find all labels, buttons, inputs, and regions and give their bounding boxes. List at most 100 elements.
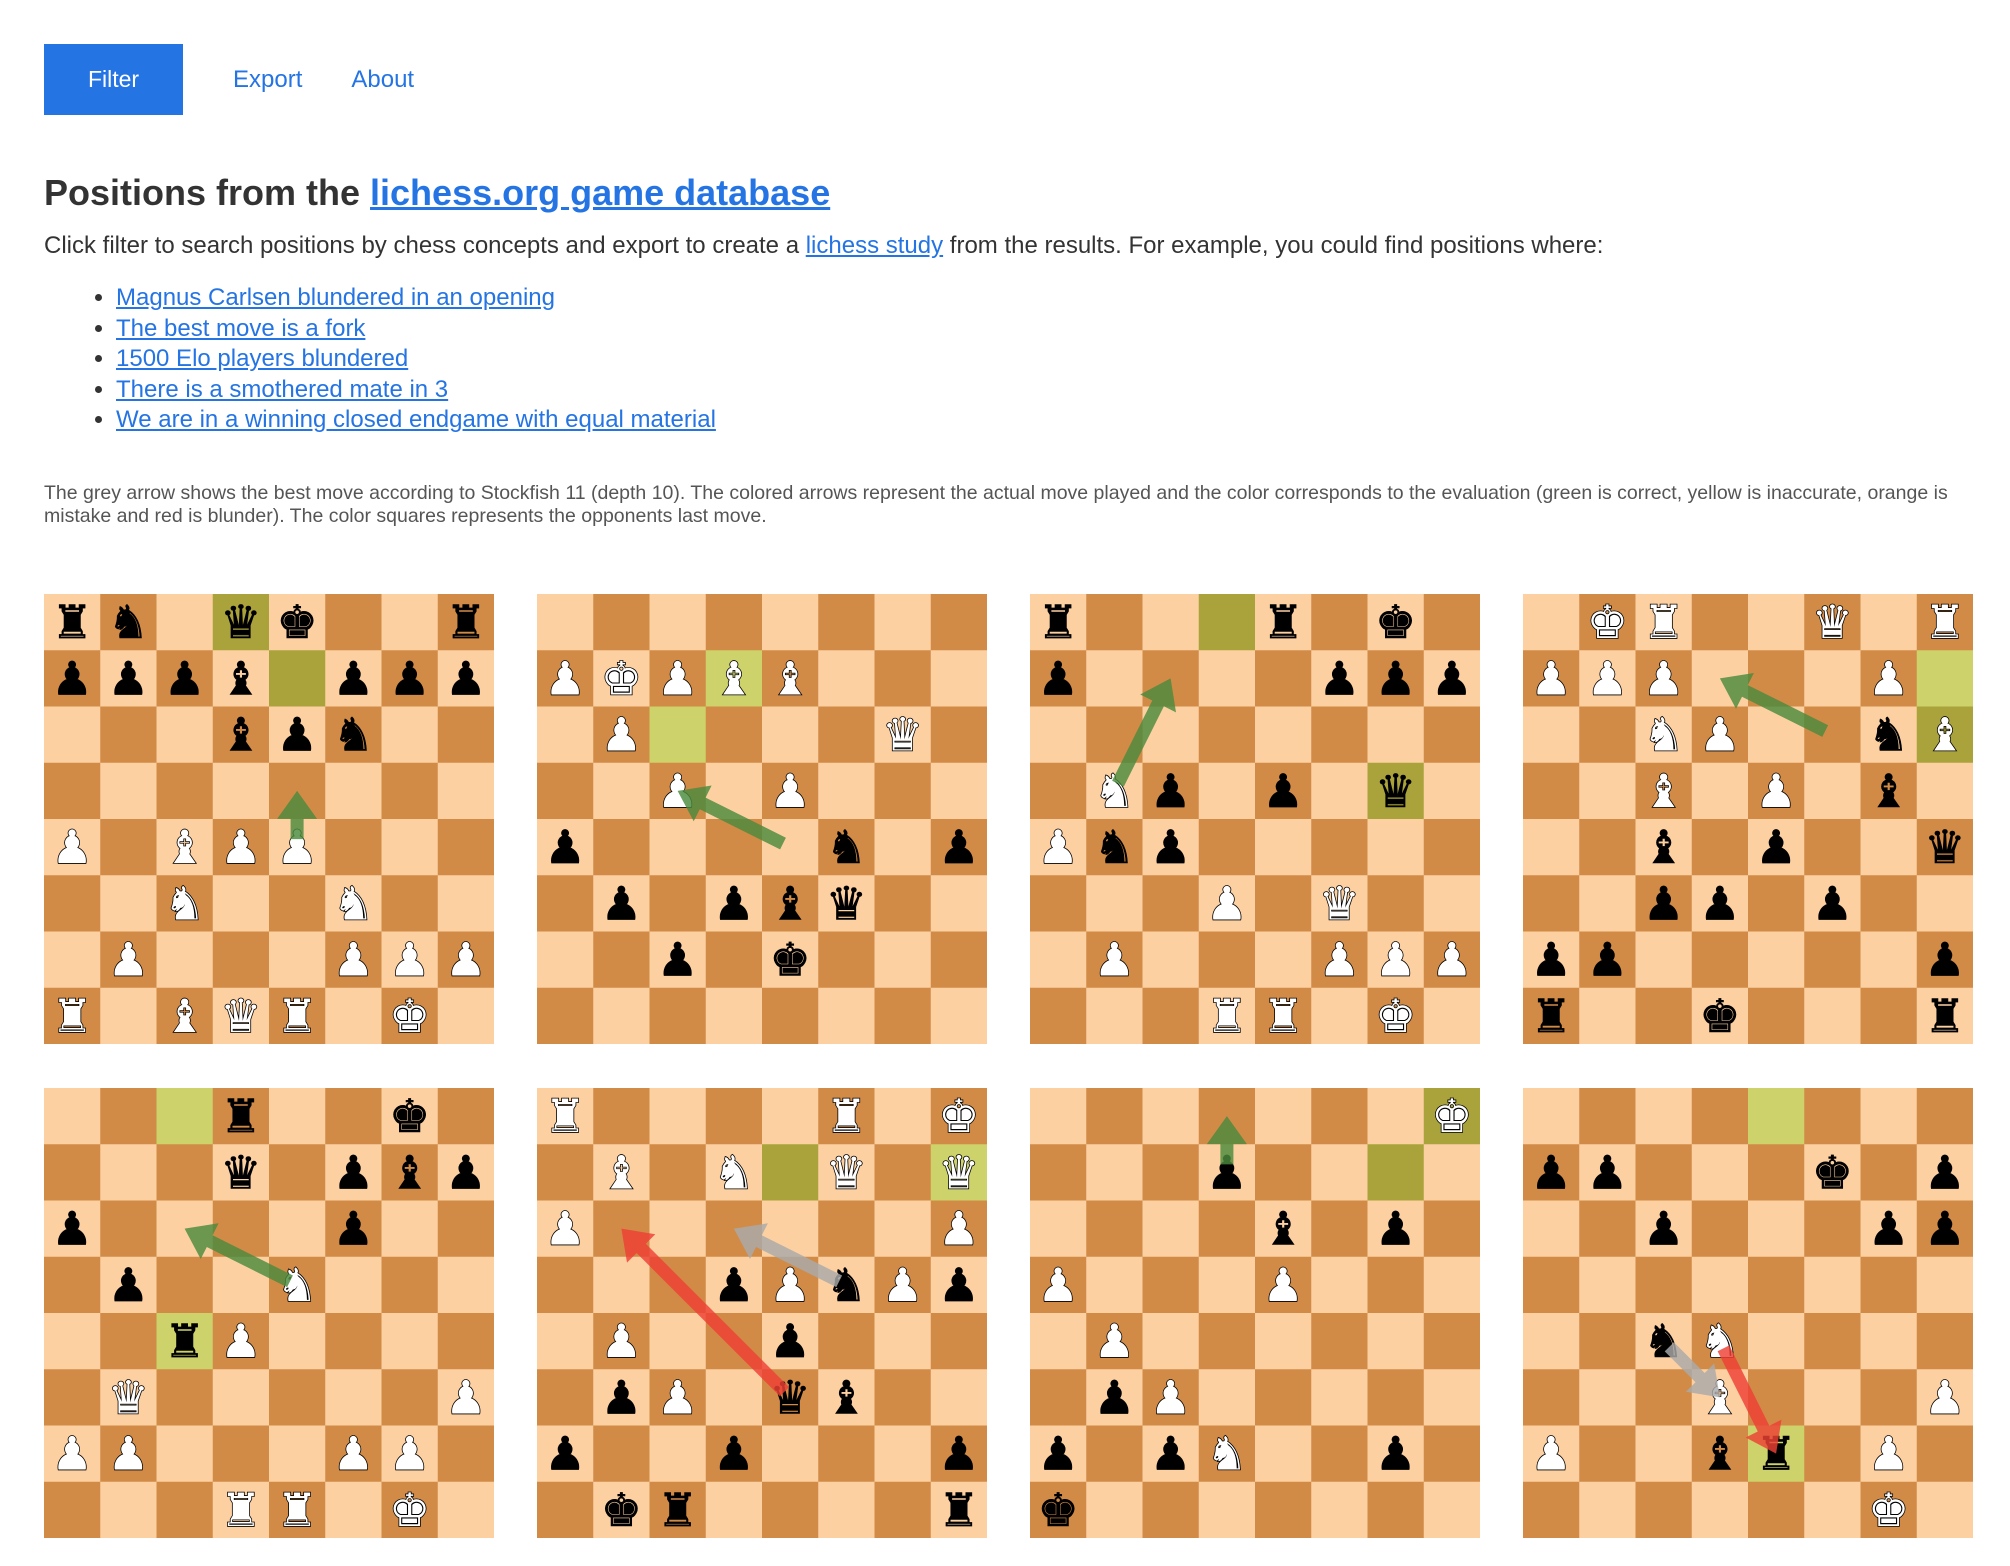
square-f3[interactable] (1804, 1369, 1861, 1426)
square-g8[interactable] (1860, 1088, 1918, 1145)
black-pawn-icon[interactable]: ♟ (1318, 651, 1360, 706)
square-f4[interactable] (1804, 1313, 1861, 1370)
square-h4[interactable] (1916, 1313, 1973, 1370)
square-d5[interactable] (1691, 1256, 1749, 1314)
black-rook-icon[interactable]: ♜ (657, 1483, 699, 1538)
square-e1[interactable] (1748, 987, 1805, 1044)
square-f7[interactable] (1804, 650, 1861, 707)
black-rook-icon[interactable]: ♜ (51, 595, 93, 650)
square-f2[interactable] (1311, 1425, 1368, 1483)
square-c7[interactable] (1142, 1144, 1200, 1201)
square-a7[interactable] (1030, 1144, 1087, 1201)
black-knight-icon[interactable]: ♞ (332, 707, 374, 762)
square-g8[interactable] (1860, 594, 1918, 651)
black-knight-icon[interactable]: ♞ (1868, 707, 1910, 762)
square-a5[interactable] (44, 1256, 101, 1314)
white-rook-icon[interactable]: ♜ (51, 988, 94, 1044)
white-pawn-icon[interactable]: ♟ (1262, 1257, 1305, 1313)
white-bishop-icon[interactable]: ♝ (712, 651, 755, 707)
square-e8[interactable] (762, 1088, 819, 1145)
square-b5[interactable] (593, 1256, 650, 1314)
square-c1[interactable] (1142, 1481, 1200, 1538)
square-d6[interactable] (705, 706, 763, 764)
square-b8[interactable] (1579, 1088, 1636, 1145)
square-d3[interactable] (1198, 1369, 1256, 1426)
white-rook-icon[interactable]: ♜ (1262, 988, 1305, 1044)
square-g7[interactable] (874, 1144, 932, 1201)
black-pawn-icon[interactable]: ♟ (1150, 764, 1192, 819)
square-h1[interactable] (1916, 1481, 1973, 1538)
black-pawn-icon[interactable]: ♟ (1431, 651, 1473, 706)
square-c1[interactable] (649, 987, 707, 1044)
black-rook-icon[interactable]: ♜ (164, 1314, 206, 1369)
square-c4[interactable] (1142, 1313, 1200, 1370)
square-h4[interactable] (1423, 819, 1480, 876)
square-h5[interactable] (1916, 1256, 1973, 1314)
square-d5[interactable] (1198, 1256, 1256, 1314)
square-a4[interactable] (1030, 1313, 1087, 1370)
square-d7[interactable] (1691, 1144, 1749, 1201)
square-b3[interactable] (100, 875, 157, 932)
square-c7[interactable] (156, 1144, 214, 1201)
square-a5[interactable] (1030, 762, 1087, 820)
black-rook-icon[interactable]: ♜ (1924, 989, 1966, 1044)
square-f3[interactable] (325, 1369, 382, 1426)
square-f7[interactable] (818, 650, 875, 707)
square-g7[interactable] (1367, 1144, 1425, 1201)
square-e8[interactable] (762, 594, 819, 651)
white-rook-icon[interactable]: ♜ (1642, 594, 1685, 650)
square-f6[interactable] (818, 706, 875, 764)
square-a5[interactable] (1523, 762, 1580, 820)
square-f1[interactable] (1804, 987, 1861, 1044)
black-king-icon[interactable]: ♚ (1699, 989, 1741, 1044)
white-pawn-icon[interactable]: ♟ (769, 763, 812, 819)
square-a8[interactable] (1523, 1088, 1580, 1145)
square-h7[interactable] (930, 650, 987, 707)
white-pawn-icon[interactable]: ♟ (1037, 819, 1080, 875)
white-pawn-icon[interactable]: ♟ (332, 932, 375, 988)
square-b5[interactable] (1579, 762, 1636, 820)
square-c3[interactable] (1142, 875, 1200, 932)
black-pawn-icon[interactable]: ♟ (1586, 932, 1628, 987)
square-d1[interactable] (1198, 1481, 1256, 1538)
black-rook-icon[interactable]: ♜ (445, 595, 487, 650)
square-b1[interactable] (593, 987, 650, 1044)
black-pawn-icon[interactable]: ♟ (938, 1258, 980, 1313)
square-c4[interactable] (649, 819, 707, 876)
white-pawn-icon[interactable]: ♟ (1430, 932, 1473, 988)
square-h5[interactable] (1916, 762, 1973, 820)
black-king-icon[interactable]: ♚ (276, 595, 318, 650)
square-c5[interactable] (156, 1256, 214, 1314)
square-e8[interactable] (1748, 1088, 1805, 1145)
square-f8[interactable] (325, 1088, 382, 1145)
square-c3[interactable] (649, 875, 707, 932)
square-a5[interactable] (537, 1256, 594, 1314)
square-a2[interactable] (537, 931, 594, 989)
black-bishop-icon[interactable]: ♝ (389, 1145, 431, 1200)
square-f4[interactable] (325, 819, 382, 876)
white-pawn-icon[interactable]: ♟ (656, 651, 699, 707)
white-pawn-icon[interactable]: ♟ (1642, 651, 1685, 707)
square-a6[interactable] (1523, 706, 1580, 764)
square-g4[interactable] (1367, 1313, 1425, 1370)
chess-board[interactable]: ♟ ♚ ♟ ♝ ♝ ♟ ♛ ♟ ♟ ♟ ♞ ♟ ♟ ♟ ♝ ♛ ♟ ♚ (537, 594, 987, 1044)
square-e1[interactable] (1255, 1481, 1312, 1538)
black-bishop-icon[interactable]: ♝ (769, 876, 811, 931)
square-f1[interactable] (818, 1481, 875, 1538)
black-rook-icon[interactable]: ♜ (1262, 595, 1304, 650)
square-a6[interactable] (1523, 1200, 1580, 1258)
square-h3[interactable] (930, 875, 987, 932)
square-b7[interactable] (1086, 1144, 1143, 1201)
square-a3[interactable] (44, 875, 101, 932)
black-pawn-icon[interactable]: ♟ (657, 932, 699, 987)
square-f5[interactable] (1311, 762, 1368, 820)
square-a3[interactable] (1030, 1369, 1087, 1426)
white-pawn-icon[interactable]: ♟ (51, 1426, 94, 1482)
black-king-icon[interactable]: ♚ (389, 1089, 431, 1144)
square-h6[interactable] (1423, 706, 1480, 764)
square-f8[interactable] (325, 594, 382, 651)
square-g5[interactable] (874, 762, 932, 820)
black-pawn-icon[interactable]: ♟ (600, 876, 642, 931)
square-b1[interactable] (1086, 987, 1143, 1044)
square-e4[interactable] (1255, 1313, 1312, 1370)
